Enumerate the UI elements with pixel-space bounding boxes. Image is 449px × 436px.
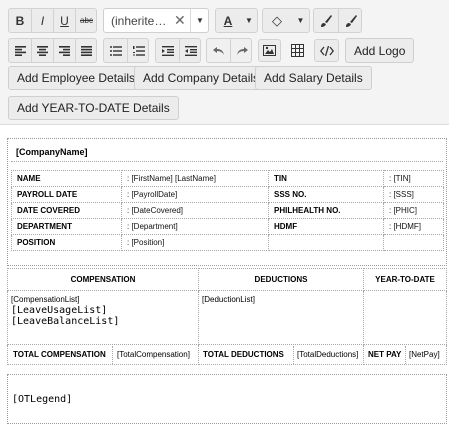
employee-row: PAYROLL DATE : [PayrollDate] SSS NO. : [… xyxy=(11,186,444,203)
field-value: : [TIN] xyxy=(383,170,444,187)
table-icon xyxy=(291,44,304,57)
salary-total-row: TOTAL COMPENSATION [TotalCompensation] TO… xyxy=(7,344,447,365)
font-family-select[interactable]: (inherite… ✕ ▼ xyxy=(103,8,209,33)
redo-icon[interactable] xyxy=(230,39,252,62)
field-label: PAYROLL DATE xyxy=(11,186,122,203)
add-employee-details-button[interactable]: Add Employee Details xyxy=(8,66,145,90)
field-label: SSS NO. xyxy=(268,186,384,203)
employee-details-table: NAME : [FirstName] [LastName] TIN : [TIN… xyxy=(11,170,444,251)
field-label xyxy=(268,234,384,251)
code-view-button[interactable] xyxy=(314,39,339,62)
employee-row: NAME : [FirstName] [LastName] TIN : [TIN… xyxy=(11,170,444,187)
field-label: NAME xyxy=(11,170,122,187)
deductions-header: DEDUCTIONS xyxy=(198,268,364,291)
net-pay-value: [NetPay] xyxy=(405,345,440,364)
ytd-header: YEAR-TO-DATE xyxy=(363,268,447,291)
field-value: : [Department] xyxy=(121,218,269,235)
salary-table: COMPENSATION DEDUCTIONS YEAR-TO-DATE [Co… xyxy=(7,268,447,365)
italic-button[interactable]: I xyxy=(31,9,53,32)
leave-usage-list: [LeaveUsageList] xyxy=(11,305,108,316)
clear-font-icon[interactable]: ✕ xyxy=(174,12,186,29)
image-icon xyxy=(263,45,276,56)
add-ytd-details-button[interactable]: Add YEAR-TO-DATE Details xyxy=(8,96,179,120)
total-deductions-label: TOTAL DEDUCTIONS xyxy=(203,349,284,359)
field-value: : [Position] xyxy=(121,234,269,251)
leave-balance-list: [LeaveBalanceList] xyxy=(11,316,120,327)
insert-image-button[interactable] xyxy=(258,39,281,62)
code-icon xyxy=(319,45,334,56)
brush-group xyxy=(313,8,362,33)
text-color-picker[interactable]: A ▼ xyxy=(215,8,258,33)
indent-group xyxy=(155,38,201,63)
field-value: : [DateCovered] xyxy=(121,202,269,219)
undo-icon[interactable] xyxy=(207,39,230,62)
align-justify-icon[interactable] xyxy=(75,39,97,62)
total-deductions-cell: TOTAL DEDUCTIONS [TotalDeductions] xyxy=(198,344,364,365)
ot-legend: [OTLegend] xyxy=(12,394,73,405)
align-right-icon[interactable] xyxy=(53,39,75,62)
chevron-down-icon[interactable]: ▼ xyxy=(190,9,209,32)
compensation-cell: [CompensationList] [LeaveUsageList] [Lea… xyxy=(7,290,199,345)
underline-button[interactable]: U xyxy=(53,9,75,32)
compensation-list: [CompensationList] xyxy=(11,295,80,304)
employee-row: DATE COVERED : [DateCovered] PHILHEALTH … xyxy=(11,202,444,219)
field-value: : [SSS] xyxy=(383,186,444,203)
employee-row: DEPARTMENT : [Department] HDMF : [HDMF] xyxy=(11,218,444,235)
total-compensation-value: [TotalCompensation] xyxy=(112,345,190,364)
bold-button[interactable]: B xyxy=(9,9,31,32)
deduction-cell: [DeductionList] xyxy=(198,290,364,345)
add-salary-details-button[interactable]: Add Salary Details xyxy=(255,66,372,90)
indent-icon[interactable] xyxy=(156,39,179,62)
company-section: [CompanyName] NAME : [FirstName] [LastNa… xyxy=(7,138,447,266)
outdent-icon[interactable] xyxy=(179,39,201,62)
add-company-details-button[interactable]: Add Company Details xyxy=(134,66,269,90)
insert-table-button[interactable] xyxy=(286,39,309,62)
field-value: : [PayrollDate] xyxy=(121,186,269,203)
field-value: : [HDMF] xyxy=(383,218,444,235)
field-label: DEPARTMENT xyxy=(11,218,122,235)
employee-row: POSITION : [Position] xyxy=(11,234,444,251)
field-value: : [PHIC] xyxy=(383,202,444,219)
list-group xyxy=(103,38,149,63)
field-label: PHILHEALTH NO. xyxy=(268,202,384,219)
field-label: HDMF xyxy=(268,218,384,235)
chevron-down-icon[interactable]: ▼ xyxy=(240,9,258,32)
field-label: POSITION xyxy=(11,234,122,251)
chevron-down-icon[interactable]: ▼ xyxy=(291,9,310,32)
bulleted-list-icon[interactable] xyxy=(104,39,127,62)
total-compensation-cell: TOTAL COMPENSATION [TotalCompensation] xyxy=(7,344,199,365)
net-pay-cell: NET PAY [NetPay] xyxy=(363,344,447,365)
net-pay-label: NET PAY xyxy=(368,349,402,359)
total-deductions-value: [TotalDeductions] xyxy=(293,345,358,364)
numbered-list-icon[interactable] xyxy=(127,39,149,62)
compensation-header: COMPENSATION xyxy=(7,268,199,291)
fill-color-picker[interactable]: ◇ ▼ xyxy=(262,8,310,33)
field-value xyxy=(383,234,444,251)
clear-format-icon[interactable] xyxy=(338,9,362,32)
format-painter-icon[interactable] xyxy=(314,9,338,32)
salary-header-row: COMPENSATION DEDUCTIONS YEAR-TO-DATE xyxy=(7,268,447,291)
add-logo-button[interactable]: Add Logo xyxy=(345,38,415,63)
ot-legend-section: [OTLegend] xyxy=(7,374,447,424)
field-value: : [FirstName] [LastName] xyxy=(121,170,269,187)
editor-toolbar: B I U abc (inherite… ✕ ▼ A ▼ ◇ ▼ Add Log… xyxy=(0,0,449,125)
ytd-cell xyxy=(363,290,447,345)
history-group xyxy=(206,38,252,63)
total-compensation-label: TOTAL COMPENSATION xyxy=(13,349,106,359)
fill-color-icon: ◇ xyxy=(272,12,282,28)
align-group xyxy=(8,38,97,63)
salary-list-row: [CompensationList] [LeaveUsageList] [Lea… xyxy=(7,290,447,345)
deduction-list: [DeductionList] xyxy=(202,295,255,304)
company-name: [CompanyName] xyxy=(16,147,88,157)
field-label: DATE COVERED xyxy=(11,202,122,219)
font-family-value: (inherite… xyxy=(111,14,167,28)
strikethrough-button[interactable]: abc xyxy=(75,9,97,32)
text-style-group: B I U abc xyxy=(8,8,97,33)
align-left-icon[interactable] xyxy=(9,39,31,62)
company-divider xyxy=(11,161,443,162)
align-center-icon[interactable] xyxy=(31,39,53,62)
text-color-icon: A xyxy=(223,13,233,28)
field-label: TIN xyxy=(268,170,384,187)
